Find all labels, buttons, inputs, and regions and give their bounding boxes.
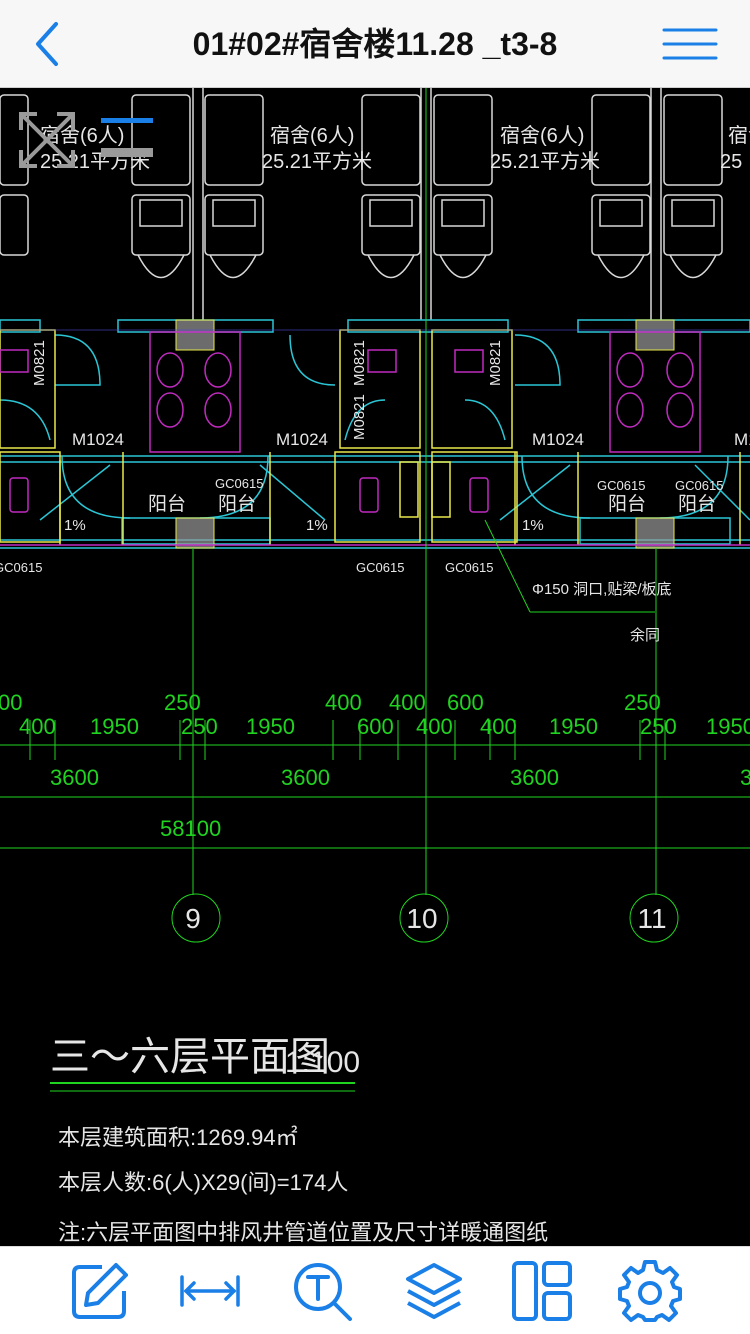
axis-label: 9 <box>185 903 201 934</box>
door-tag: M0821 <box>487 340 504 386</box>
svg-text:3600: 3600 <box>50 765 99 790</box>
room-name: 宿舍(6人) <box>270 124 354 147</box>
balcony-label: 阳台 <box>218 493 256 515</box>
window-tag: GC0615 <box>215 476 263 491</box>
slope-label: 1% <box>522 517 544 534</box>
slope-label: 1% <box>306 517 328 534</box>
note-text: 注:六层平面图中排风井管道位置及尺寸详暖通图纸 <box>58 1220 548 1245</box>
svg-text:1950: 1950 <box>549 714 598 739</box>
svg-text:3600: 3600 <box>510 765 559 790</box>
menu-button[interactable] <box>660 22 720 66</box>
svg-text:250: 250 <box>181 714 218 739</box>
axis-labels: 9 10 11 <box>185 903 666 934</box>
door-tag: M0821 <box>351 340 368 386</box>
door-tag: M1024 <box>276 430 328 449</box>
plan-scale: 1:100 <box>285 1046 360 1079</box>
layout-button[interactable] <box>510 1259 574 1323</box>
window-tag: GC0615 <box>445 560 493 575</box>
svg-text:1950: 1950 <box>90 714 139 739</box>
room-area: 25 <box>720 151 742 173</box>
door-tag: M1024 <box>532 430 584 449</box>
svg-text:400: 400 <box>480 714 517 739</box>
door-labels: M1024 M1024 M1024 M1 <box>72 430 750 449</box>
svg-text:250: 250 <box>640 714 677 739</box>
slope-labels: 1% 1% 1% <box>64 517 544 534</box>
settings-icon <box>618 1260 682 1322</box>
view-toggle-button[interactable] <box>15 108 160 172</box>
text-search-icon <box>294 1263 352 1321</box>
edit-button[interactable] <box>68 1259 132 1323</box>
pipe-note-same: 余同 <box>630 626 660 644</box>
room-area: 25.21平方米 <box>490 150 600 173</box>
dimension-row-3: 3600 3600 3600 3 <box>50 765 750 790</box>
hamburger-menu-icon <box>662 28 718 60</box>
layer-toggle-off <box>101 148 153 157</box>
svg-text:600: 600 <box>357 714 394 739</box>
cad-drawing: 宿舍(6人) 25.21平方米 宿舍(6人) 25.21平方米 宿舍(6人) 2… <box>0 88 750 1245</box>
text-search-button[interactable] <box>290 1259 354 1323</box>
window-tag: GC0615 <box>675 478 723 493</box>
door-m0821-labels: M0821 M0821 M0821 M0821 <box>31 340 504 440</box>
svg-text:00: 00 <box>0 690 22 715</box>
window-tag: GC0615 <box>0 560 42 575</box>
door-tag: M1 <box>734 430 750 449</box>
people-text: 本层人数:6(人)X29(间)=174人 <box>58 1170 348 1195</box>
expand-view-icon <box>19 112 75 168</box>
layout-icon <box>512 1261 572 1321</box>
settings-button[interactable] <box>618 1259 682 1323</box>
navigation-bar: 01#02#宿舍楼11.28 _t3-8 <box>0 0 750 88</box>
door-tag: M1024 <box>72 430 124 449</box>
axis-label: 10 <box>406 903 437 934</box>
window-tag: GC0615 <box>597 478 645 493</box>
svg-text:3: 3 <box>740 765 750 790</box>
layers-button[interactable] <box>402 1259 466 1323</box>
svg-text:400: 400 <box>416 714 453 739</box>
svg-text:250: 250 <box>164 690 201 715</box>
window-tag: GC0615 <box>356 560 404 575</box>
page-title: 01#02#宿舍楼11.28 _t3-8 <box>192 26 558 62</box>
window-labels: GC0615 GC0615 GC0615 GC0615 GC0615 GC061… <box>0 476 723 575</box>
measure-button[interactable] <box>178 1259 242 1323</box>
svg-text:3600: 3600 <box>281 765 330 790</box>
balcony-label: 阳台 <box>678 493 716 515</box>
cad-drawing-canvas[interactable]: 宿舍(6人) 25.21平方米 宿舍(6人) 25.21平方米 宿舍(6人) 2… <box>0 88 750 1246</box>
svg-text:1950: 1950 <box>246 714 295 739</box>
pipe-note: Φ150 洞口,贴梁/板底 <box>532 580 672 598</box>
back-button[interactable] <box>22 18 72 70</box>
svg-text:400: 400 <box>389 690 426 715</box>
dimension-row-1: 00 250 400 400 600 250 <box>0 690 661 715</box>
room-name: 宿舍(6人) <box>500 124 584 147</box>
balcony-label: 阳台 <box>148 493 186 515</box>
slope-label: 1% <box>64 517 86 534</box>
total-dimension: 58100 <box>160 816 221 841</box>
measure-icon <box>180 1275 240 1307</box>
layers-icon <box>406 1263 462 1319</box>
svg-text:250: 250 <box>624 690 661 715</box>
dimension-row-2: 400 1950 250 1950 600 400 400 1950 250 1… <box>19 714 750 739</box>
axis-label: 11 <box>637 903 666 934</box>
room-area: 25.21平方米 <box>262 150 372 173</box>
area-text: 本层建筑面积:1269.94㎡ <box>58 1125 298 1150</box>
svg-text:400: 400 <box>19 714 56 739</box>
svg-text:400: 400 <box>325 690 362 715</box>
layer-toggle-on <box>101 118 153 123</box>
room-name: 宿舍 <box>728 124 750 147</box>
door-tag: M0821 <box>31 340 48 386</box>
chevron-left-icon <box>36 22 58 66</box>
svg-text:600: 600 <box>447 690 484 715</box>
bottom-toolbar <box>0 1246 750 1334</box>
edit-icon <box>72 1263 128 1319</box>
door-tag: M0821 <box>351 394 368 440</box>
axis-lines <box>0 88 750 943</box>
svg-text:1950: 1950 <box>706 714 750 739</box>
balcony-label: 阳台 <box>608 493 646 515</box>
